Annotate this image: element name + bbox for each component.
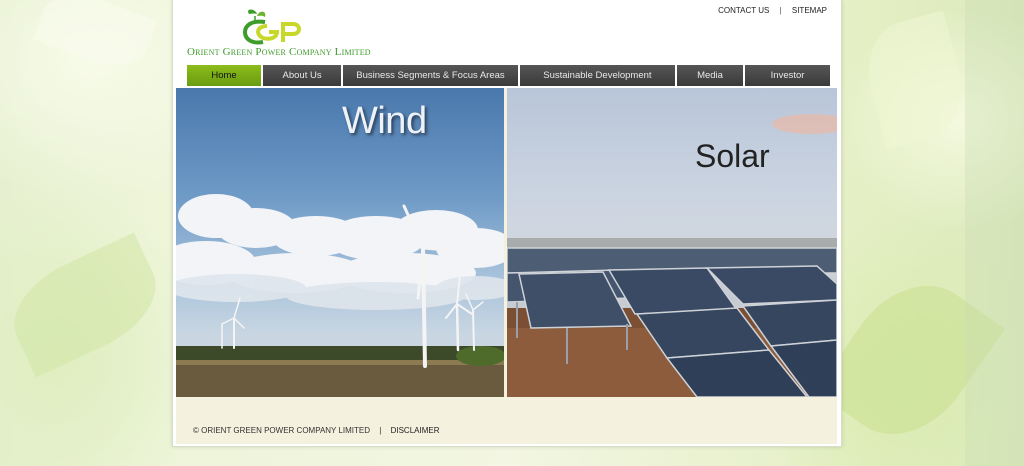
background-strip: [965, 0, 1024, 466]
background-leaf: [856, 10, 974, 150]
nav-item-business-segments[interactable]: Business Segments & Focus Areas: [343, 65, 518, 86]
nav-item-media[interactable]: Media: [676, 65, 744, 86]
background-leaf: [0, 232, 172, 378]
main-nav: Home About Us Business Segments & Focus …: [187, 65, 830, 86]
solar-panel-farm-image: [507, 114, 837, 397]
wind-panel[interactable]: Wind: [176, 88, 504, 397]
background-leaf: [33, 0, 157, 78]
footer-text: © ORIENT GREEN POWER COMPANY LIMITED | D…: [193, 426, 439, 435]
disclaimer-link[interactable]: DISCLAIMER: [391, 426, 440, 435]
copyright-text: © ORIENT GREEN POWER COMPANY LIMITED: [193, 426, 371, 435]
solar-panel[interactable]: Solar: [507, 88, 837, 397]
footer: © ORIENT GREEN POWER COMPANY LIMITED | D…: [176, 397, 837, 444]
company-name: Orient Green Power Company Limited: [187, 46, 371, 58]
nav-item-investor[interactable]: Investor: [745, 65, 830, 86]
nav-item-sustainable-development[interactable]: Sustainable Development: [519, 65, 675, 86]
nav-item-about-us[interactable]: About Us: [263, 65, 342, 86]
nav-item-home[interactable]: Home: [187, 65, 262, 86]
sitemap-link[interactable]: SITEMAP: [792, 6, 827, 15]
footer-separator: |: [379, 426, 382, 435]
page-container: Orient Green Power Company Limited CONTA…: [172, 0, 842, 447]
solar-title: Solar: [695, 138, 770, 174]
header: Orient Green Power Company Limited CONTA…: [173, 0, 841, 64]
wind-turbines-field-image: [176, 194, 504, 397]
wind-title: Wind: [342, 100, 427, 142]
contact-us-link[interactable]: CONTACT US: [718, 6, 769, 15]
ogp-logo-mark-icon: [243, 9, 301, 45]
top-links: CONTACT US | SITEMAP: [718, 6, 827, 15]
top-links-separator: |: [779, 6, 782, 15]
banner: Wind Solar: [176, 88, 837, 397]
company-logo[interactable]: Orient Green Power Company Limited: [187, 6, 377, 58]
